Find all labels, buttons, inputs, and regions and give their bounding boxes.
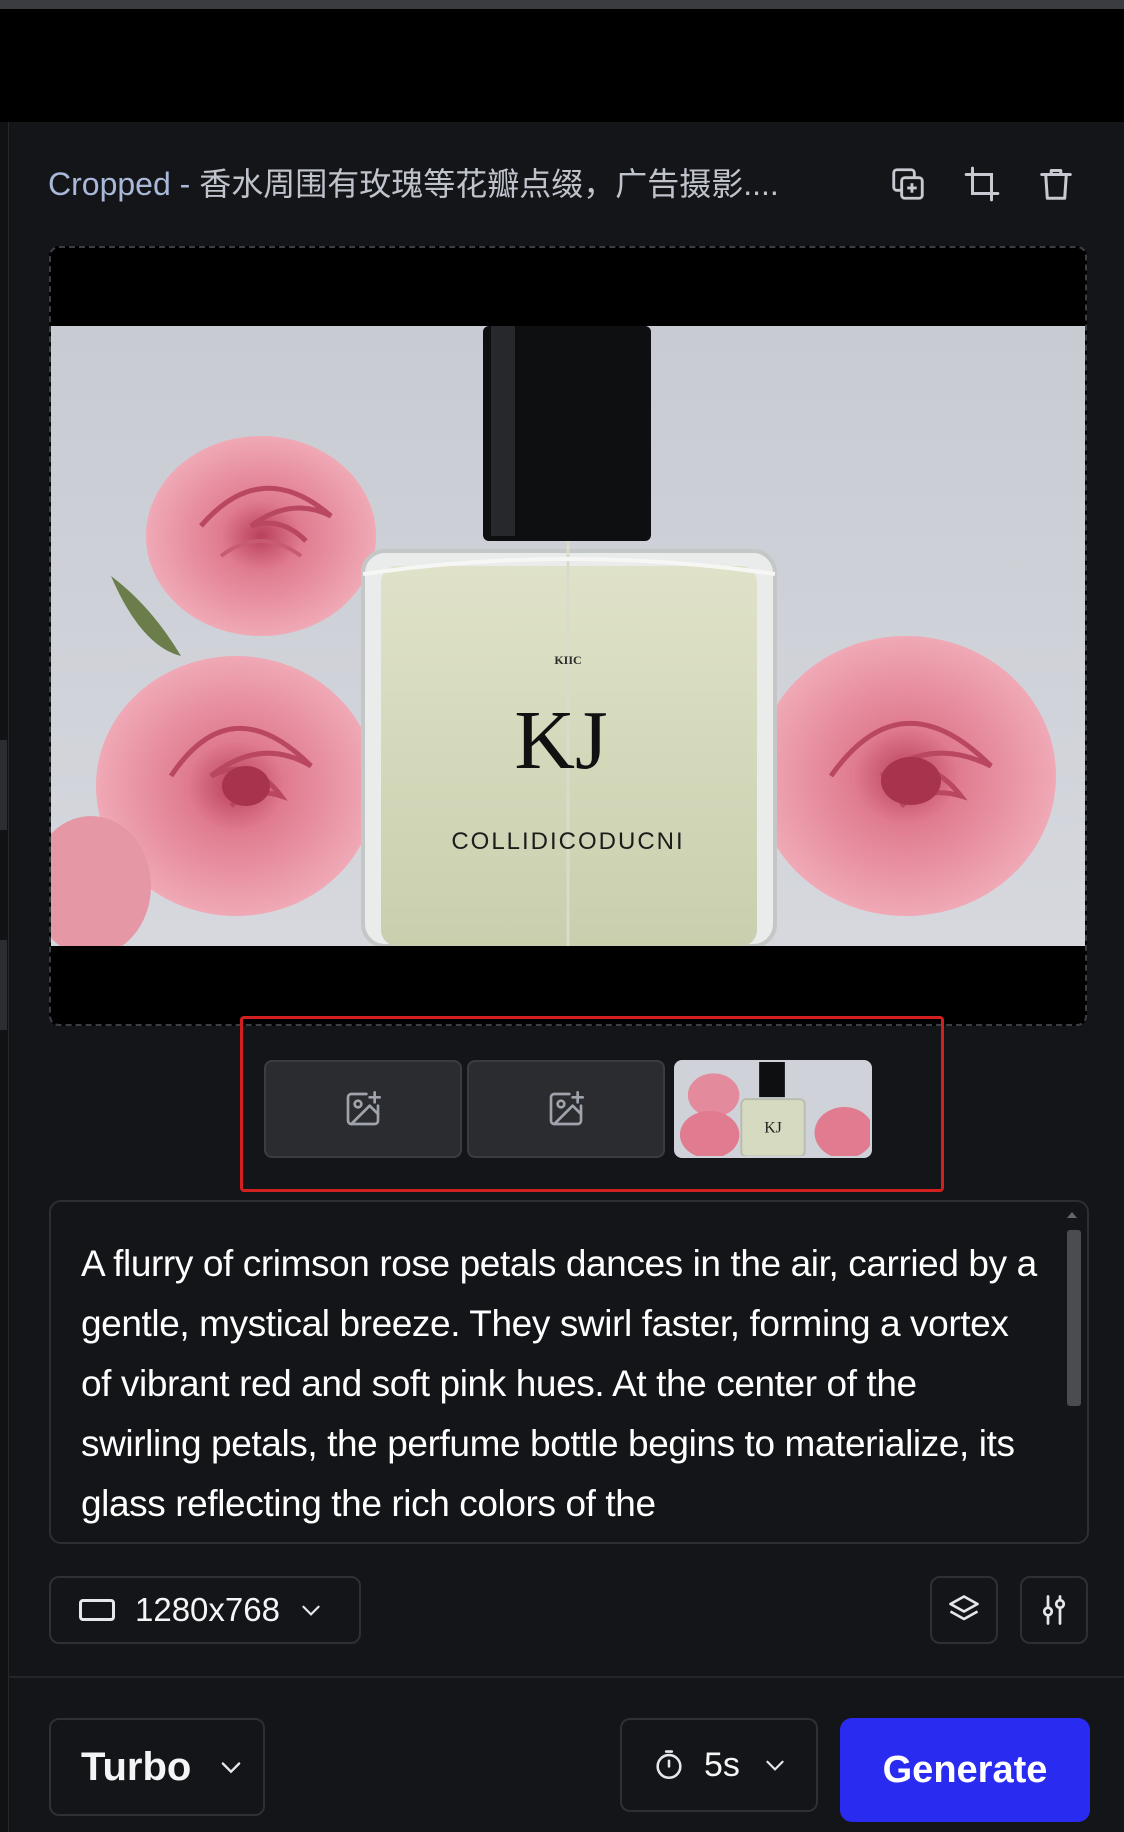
model-dropdown[interactable]: Turbo	[49, 1718, 265, 1816]
rose-top-left	[146, 436, 376, 636]
rose-right	[756, 636, 1056, 916]
layers-icon	[949, 1595, 979, 1621]
bottle-small-label: KIIC	[554, 653, 581, 667]
image-preview[interactable]: KIIC KJ COLLIDICODUCNI	[49, 246, 1087, 1026]
model-value: Turbo	[81, 1744, 192, 1789]
title-text: 香水周围有玫瑰等花瓣点缀，广告摄影....	[199, 166, 779, 202]
prompt-text: A flurry of crimson rose petals dances i…	[81, 1243, 1037, 1524]
scroll-up-arrow[interactable]	[1067, 1212, 1077, 1218]
thumbnail-slot-1[interactable]	[264, 1060, 462, 1158]
header: Cropped - 香水周围有玫瑰等花瓣点缀，广告摄影....	[48, 160, 1078, 210]
title-prefix: Cropped -	[48, 166, 200, 202]
thumbnail-image: KJ	[676, 1062, 870, 1156]
image-plus-icon	[346, 1091, 381, 1126]
thumbnail-slot-2[interactable]	[467, 1060, 665, 1158]
top-border-line	[0, 0, 1124, 9]
perfume-image: KIIC KJ COLLIDICODUCNI	[51, 326, 1085, 946]
top-black-strip	[0, 0, 1124, 122]
duration-dropdown[interactable]: 5s	[620, 1718, 818, 1812]
bottle-brand: KJ	[514, 694, 607, 787]
duration-value: 5s	[704, 1745, 740, 1784]
aspect-ratio-icon	[79, 1599, 115, 1621]
chevron-down-icon	[302, 1605, 320, 1616]
chevron-down-icon	[222, 1762, 241, 1774]
crop-icon[interactable]	[960, 162, 1004, 206]
trash-icon[interactable]	[1034, 162, 1078, 206]
bottle-name: COLLIDICODUCNI	[451, 828, 684, 855]
left-edge-handle-2	[0, 940, 7, 1030]
resolution-value: 1280x768	[135, 1591, 280, 1628]
settings-button[interactable]	[1020, 1576, 1088, 1644]
thumbnail-brand: KJ	[764, 1120, 782, 1137]
sliders-icon	[1042, 1595, 1066, 1625]
resolution-dropdown[interactable]: 1280x768	[49, 1576, 361, 1644]
thumbnail-slot-3-selected[interactable]: KJ	[674, 1060, 872, 1158]
image-plus-icon	[549, 1091, 584, 1126]
duplicate-icon[interactable]	[886, 162, 930, 206]
prompt-textarea[interactable]: A flurry of crimson rose petals dances i…	[49, 1200, 1089, 1544]
generate-button[interactable]: Generate	[840, 1718, 1090, 1822]
layers-button[interactable]	[930, 1576, 998, 1644]
timer-icon	[656, 1750, 682, 1780]
page-title: Cropped - 香水周围有玫瑰等花瓣点缀，广告摄影....	[48, 164, 848, 204]
scrollbar-thumb[interactable]	[1067, 1230, 1081, 1406]
left-edge-handle	[0, 740, 7, 830]
chevron-down-icon	[766, 1760, 784, 1771]
divider	[8, 1676, 1124, 1678]
